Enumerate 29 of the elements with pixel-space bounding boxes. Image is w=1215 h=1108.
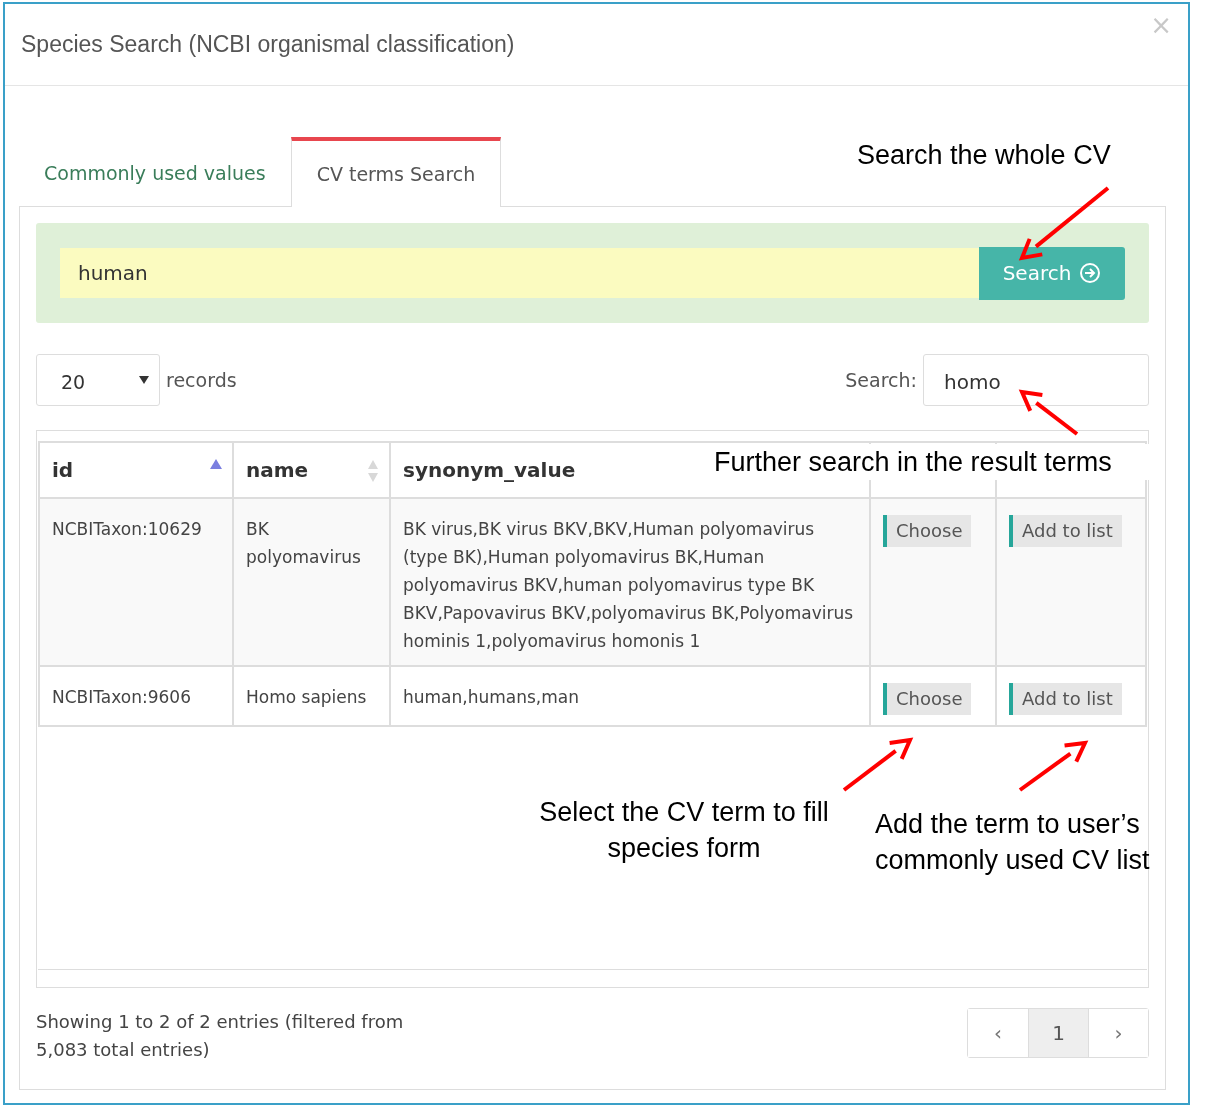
records-select[interactable]: 20 xyxy=(36,354,160,406)
filter-label: Search: xyxy=(845,367,917,393)
records-label: records xyxy=(166,367,237,393)
synonym-cell: human,humans,man xyxy=(390,666,870,726)
add-to-list-button[interactable]: Add to list xyxy=(1009,683,1122,715)
id-cell: NCBITaxon:9606 xyxy=(39,666,233,726)
caret-icon xyxy=(139,376,149,384)
column-header: id xyxy=(39,442,233,498)
dialog-title: Species Search (NCBI organismal classification) xyxy=(21,30,515,60)
annotation-arrow xyxy=(842,737,914,792)
annotation-arrow xyxy=(1018,740,1089,792)
add-to-list-button[interactable]: Add to list xyxy=(1009,515,1122,547)
tab[interactable]: Commonly used values xyxy=(19,140,291,206)
choose-button[interactable]: Choose xyxy=(883,515,972,547)
table-info: Showing 1 to 2 of 2 entries (filtered from 5,083 total entries) xyxy=(36,1010,405,1062)
annotation-text: Search the whole CV xyxy=(857,139,1112,172)
column-header: name xyxy=(233,442,390,498)
annotation-text: Select the CV term to fill species form xyxy=(538,796,830,865)
filter-input[interactable]: homo xyxy=(923,354,1149,406)
annotation-text: Add the term to user’s commonly used CV list xyxy=(875,808,1151,877)
choose-button[interactable]: Choose xyxy=(883,683,972,715)
tab[interactable]: CV terms Search xyxy=(290,137,502,207)
annotation-arrow xyxy=(1018,389,1079,436)
sort-ascending-icon[interactable] xyxy=(210,459,222,469)
search-input[interactable]: human xyxy=(60,248,979,298)
arrow-circle-icon xyxy=(1079,262,1102,284)
pagination-button[interactable]: › xyxy=(1088,1009,1148,1057)
pagination-button[interactable]: 1 xyxy=(1028,1009,1088,1057)
name-cell: Homo sapiens xyxy=(233,666,390,726)
